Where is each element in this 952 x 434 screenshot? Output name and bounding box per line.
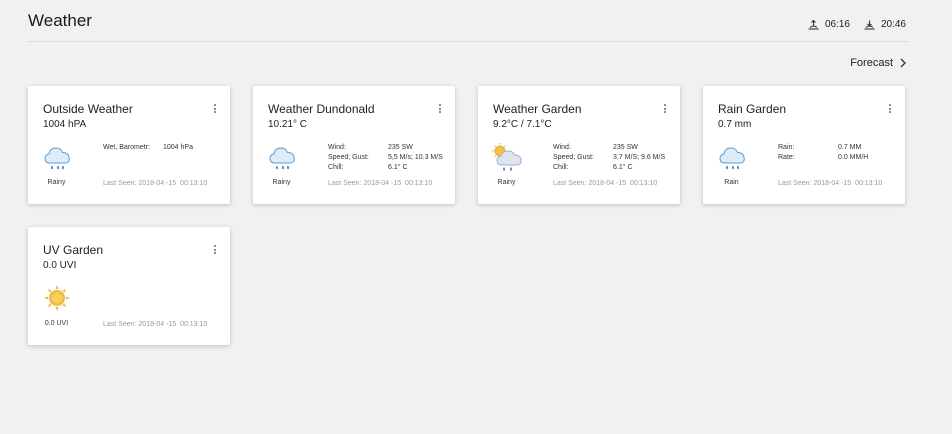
last-seen: Last Seen: 2018-04 -15 00:13:10	[103, 321, 208, 328]
detail-row: Chill: 6.1° C	[553, 164, 665, 174]
condition-label: 0.0 UVI	[44, 320, 69, 327]
sunset: 20:46	[864, 19, 906, 30]
weather-card-outside-weather[interactable]: Outside Weather 1004 hPA Rainy Wet, Baro…	[28, 86, 230, 204]
detail-label: Speed; Gust:	[553, 154, 594, 161]
more-menu-icon[interactable]	[212, 245, 218, 257]
forecast-link[interactable]: Forecast	[850, 57, 906, 69]
detail-label: Wind:	[553, 144, 571, 151]
card-title: Weather Garden	[493, 102, 582, 116]
detail-row: Rate: 0.0 MM/H	[778, 154, 868, 164]
detail-row: Chill: 6.1° C	[328, 164, 443, 174]
rain-cloud-icon	[44, 147, 70, 170]
card-value: 0.0 UVI	[43, 260, 77, 271]
detail-label: Chill:	[553, 164, 569, 171]
detail-row: Speed; Gust: 5,5 M/s; 10.3 M/S	[328, 154, 443, 164]
detail-value: 235 SW	[613, 144, 638, 151]
chevron-right-icon	[900, 58, 906, 68]
detail-value: 3.7 M/S; 9.6 M/S	[613, 154, 666, 161]
detail-label: Wet, Barometr:	[103, 144, 150, 151]
detail-row: Wind: 235 SW	[328, 144, 443, 154]
detail-row: Speed; Gust: 3.7 M/S; 9.6 M/S	[553, 154, 665, 164]
sunrise-time: 06:16	[824, 19, 850, 30]
card-title: Outside Weather	[43, 102, 133, 116]
weather-card-uv-garden[interactable]: UV Garden 0.0 UVI 0.0 UVI Last Seen: 201…	[28, 227, 230, 345]
sun-icon	[43, 284, 71, 312]
last-seen: Last Seen: 2018-04 -15 00:13:10	[103, 180, 208, 187]
detail-value: 5,5 M/s; 10.3 M/S	[388, 154, 443, 161]
detail-value: 0.0 MM/H	[838, 154, 869, 161]
card-title: UV Garden	[43, 243, 104, 257]
last-seen: Last Seen: 2018-04 -15 00:13:10	[553, 180, 658, 187]
detail-value: 6.1° C	[613, 164, 633, 171]
last-seen: Last Seen: 2018-04 -15 00:13:10	[778, 180, 883, 187]
last-seen: Last Seen: 2018-04 -15 00:13:10	[328, 180, 433, 187]
sunrise: 06:16	[808, 19, 850, 30]
condition-label: Rainy	[47, 179, 66, 186]
condition-label: Rainy	[272, 179, 291, 186]
more-menu-icon[interactable]	[437, 104, 443, 116]
card-value: 10.21° C	[268, 119, 308, 130]
detail-label: Rate:	[778, 154, 795, 161]
card-details: Wind: 235 SW Speed; Gust: 5,5 M/s; 10.3 …	[328, 144, 443, 174]
more-menu-icon[interactable]	[212, 104, 218, 116]
card-details: Wind: 235 SW Speed; Gust: 3.7 M/S; 9.6 M…	[553, 144, 665, 174]
more-menu-icon[interactable]	[662, 104, 668, 116]
card-details: Wet, Barometr: 1004 hPa	[103, 144, 193, 154]
weather-card-weather-dundonald[interactable]: Weather Dundonald 10.21° C Rainy Wind: 2…	[253, 86, 455, 204]
weather-card-weather-garden[interactable]: Weather Garden 9.2°C / 7.1°C Rainy Wind:…	[478, 86, 680, 204]
detail-row: Wind: 235 SW	[553, 144, 665, 154]
more-menu-icon[interactable]	[887, 104, 893, 116]
card-value: 9.2°C / 7.1°C	[493, 119, 552, 130]
card-title: Weather Dundonald	[268, 102, 375, 116]
detail-label: Wind:	[328, 144, 346, 151]
sun-rain-cloud-icon	[492, 142, 522, 171]
card-title: Rain Garden	[718, 102, 787, 116]
sun-times: 06:16 20:46	[794, 19, 906, 30]
card-value: 1004 hPA	[43, 119, 87, 130]
sunrise-icon	[808, 19, 819, 30]
rain-cloud-icon	[719, 147, 745, 170]
detail-value: 6.1° C	[388, 164, 408, 171]
detail-label: Rain:	[778, 144, 795, 151]
condition-label: Rainy	[497, 179, 516, 186]
forecast-label: Forecast	[850, 57, 893, 69]
detail-label: Speed; Gust:	[328, 154, 369, 161]
weather-card-rain-garden[interactable]: Rain Garden 0.7 mm Rain Rain: 0.7 MM Rat…	[703, 86, 905, 204]
detail-value: 235 SW	[388, 144, 413, 151]
detail-row: Wet, Barometr: 1004 hPa	[103, 144, 193, 154]
sunset-icon	[864, 20, 875, 30]
detail-label: Chill:	[328, 164, 344, 171]
rain-cloud-icon	[269, 147, 295, 170]
card-value: 0.7 mm	[718, 119, 752, 130]
sunset-time: 20:46	[880, 19, 906, 30]
condition-label: Rain	[724, 179, 739, 186]
detail-row: Rain: 0.7 MM	[778, 144, 868, 154]
card-details: Rain: 0.7 MM Rate: 0.0 MM/H	[778, 144, 868, 164]
app-header: Weather 06:16 20:46	[28, 0, 908, 42]
detail-value: 1004 hPa	[163, 144, 193, 151]
detail-value: 0.7 MM	[838, 144, 862, 151]
page-title: Weather	[28, 11, 92, 30]
